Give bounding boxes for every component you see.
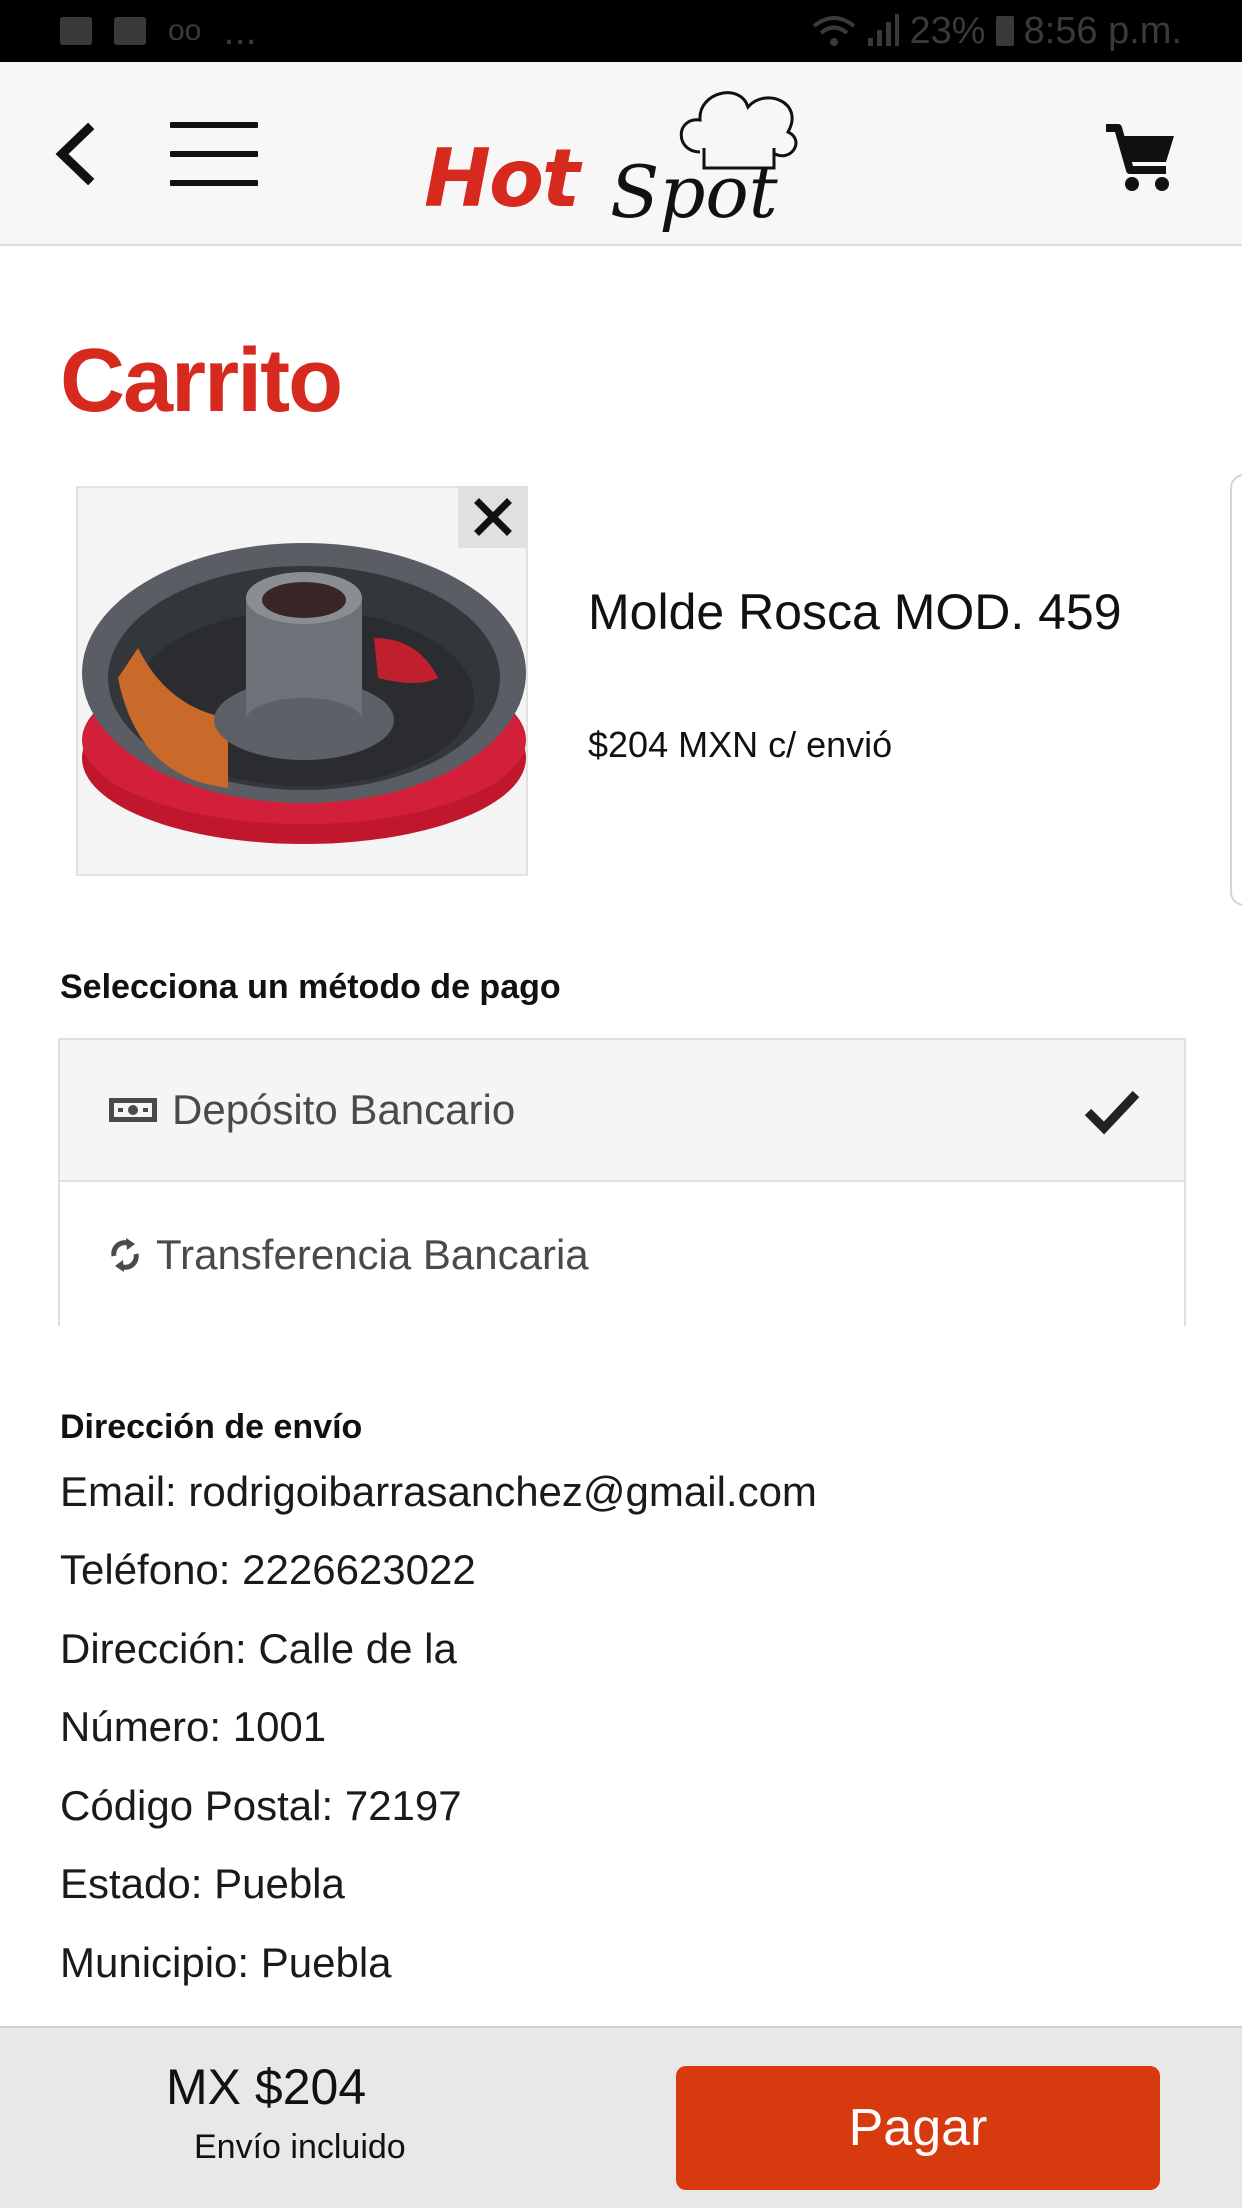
address-street: Dirección: Calle de la (60, 1625, 457, 1672)
money-bill-icon (108, 1097, 158, 1123)
payment-option-label: Transferencia Bancaria (156, 1231, 589, 1278)
logo-hot-text: Hot (424, 132, 580, 225)
menu-button[interactable] (170, 122, 258, 186)
address-email: Email: rodrigoibarrasanchez@gmail.com (60, 1468, 817, 1515)
status-left: ᴏᴏ ... (60, 9, 257, 54)
payment-method-list: Depósito Bancario Transferencia Bancaria (58, 1038, 1186, 1326)
shopping-cart-icon (1106, 124, 1174, 191)
checkout-footer: MX $204 Envío incluido Pagar (0, 2026, 1242, 2208)
voicemail-icon: ᴏᴏ (168, 14, 202, 47)
address-number: Número: 1001 (60, 1703, 327, 1750)
carousel-edge (1230, 474, 1242, 906)
product-name: Molde Rosca MOD. 459 (588, 584, 1122, 640)
gallery-icon (60, 17, 92, 45)
product-price: $204 MXN c/ envió (588, 724, 893, 765)
notification-icon (114, 17, 146, 45)
battery-icon (995, 16, 1014, 46)
logo-spot-text: Spot (610, 150, 778, 234)
address-state: Estado: Puebla (60, 1860, 345, 1907)
payment-option-deposito[interactable]: Depósito Bancario (60, 1040, 1184, 1182)
payment-option-label: Depósito Bancario (172, 1086, 516, 1133)
payment-method-label: Selecciona un método de pago (60, 968, 561, 1006)
payment-option-transferencia[interactable]: Transferencia Bancaria (60, 1184, 1184, 1326)
signal-icon (867, 14, 899, 46)
address-municipality: Municipio: Puebla (60, 1939, 392, 1986)
status-bar: ᴏᴏ ... 23% 8:56 p.m. (0, 0, 1242, 62)
shipping-included-note: Envío incluido (194, 2128, 406, 2166)
sync-icon (108, 1236, 142, 1274)
check-icon (1084, 1090, 1140, 1135)
status-time: 8:56 p.m. (1023, 9, 1182, 52)
back-button[interactable] (48, 114, 100, 194)
chevron-left-icon (55, 123, 95, 185)
status-right: 23% 8:56 p.m. (812, 10, 1182, 53)
close-icon (474, 498, 512, 536)
remove-item-button[interactable] (458, 486, 528, 548)
address-phone: Teléfono: 2226623022 (60, 1546, 476, 1593)
status-dots: ... (223, 8, 257, 53)
total-amount: MX $204 (166, 2059, 367, 2115)
pay-button[interactable]: Pagar (676, 2066, 1160, 2190)
wifi-icon (812, 16, 855, 46)
cart-button[interactable] (1100, 118, 1180, 198)
app-header: Hot Spot (0, 62, 1242, 246)
shipping-address-label: Dirección de envío (60, 1408, 363, 1446)
hamburger-menu-icon (170, 122, 258, 128)
address-postal-code: Código Postal: 72197 (60, 1782, 462, 1829)
hotspot-logo[interactable]: Hot Spot (420, 82, 820, 234)
battery-percent: 23% (909, 9, 986, 52)
page-title: Carrito (60, 331, 343, 431)
